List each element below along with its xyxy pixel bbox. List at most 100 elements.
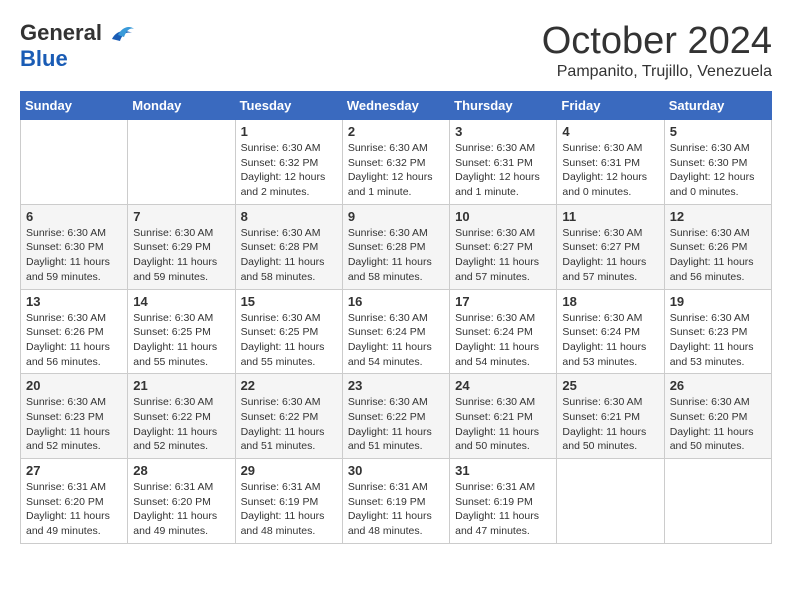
day-info: Sunrise: 6:30 AM Sunset: 6:30 PM Dayligh…	[26, 226, 122, 285]
day-number: 14	[133, 294, 229, 309]
calendar-header-row: SundayMondayTuesdayWednesdayThursdayFrid…	[21, 92, 772, 120]
calendar-cell	[664, 459, 771, 544]
day-number: 1	[241, 124, 337, 139]
month-title: October 2024	[542, 20, 772, 63]
calendar-cell: 25 Sunrise: 6:30 AM Sunset: 6:21 PM Dayli…	[557, 374, 664, 459]
day-info: Sunrise: 6:30 AM Sunset: 6:22 PM Dayligh…	[348, 395, 444, 454]
day-number: 22	[241, 378, 337, 393]
day-info: Sunrise: 6:30 AM Sunset: 6:26 PM Dayligh…	[670, 226, 766, 285]
calendar-cell: 19 Sunrise: 6:30 AM Sunset: 6:23 PM Dayli…	[664, 289, 771, 374]
calendar-cell: 27 Sunrise: 6:31 AM Sunset: 6:20 PM Dayli…	[21, 459, 128, 544]
day-info: Sunrise: 6:30 AM Sunset: 6:21 PM Dayligh…	[455, 395, 551, 454]
day-info: Sunrise: 6:30 AM Sunset: 6:21 PM Dayligh…	[562, 395, 658, 454]
calendar-week-1: 1 Sunrise: 6:30 AM Sunset: 6:32 PM Daylig…	[21, 120, 772, 205]
calendar-cell: 7 Sunrise: 6:30 AM Sunset: 6:29 PM Daylig…	[128, 204, 235, 289]
day-info: Sunrise: 6:30 AM Sunset: 6:24 PM Dayligh…	[348, 311, 444, 370]
day-info: Sunrise: 6:30 AM Sunset: 6:28 PM Dayligh…	[348, 226, 444, 285]
calendar-cell: 13 Sunrise: 6:30 AM Sunset: 6:26 PM Dayli…	[21, 289, 128, 374]
calendar-cell: 26 Sunrise: 6:30 AM Sunset: 6:20 PM Dayli…	[664, 374, 771, 459]
day-number: 31	[455, 463, 551, 478]
day-info: Sunrise: 6:30 AM Sunset: 6:25 PM Dayligh…	[133, 311, 229, 370]
calendar-cell: 24 Sunrise: 6:30 AM Sunset: 6:21 PM Dayli…	[450, 374, 557, 459]
day-info: Sunrise: 6:31 AM Sunset: 6:19 PM Dayligh…	[348, 480, 444, 539]
header-tuesday: Tuesday	[235, 92, 342, 120]
day-number: 25	[562, 378, 658, 393]
day-number: 16	[348, 294, 444, 309]
calendar-cell: 1 Sunrise: 6:30 AM Sunset: 6:32 PM Daylig…	[235, 120, 342, 205]
day-number: 29	[241, 463, 337, 478]
day-info: Sunrise: 6:30 AM Sunset: 6:26 PM Dayligh…	[26, 311, 122, 370]
header-monday: Monday	[128, 92, 235, 120]
calendar-cell: 14 Sunrise: 6:30 AM Sunset: 6:25 PM Dayli…	[128, 289, 235, 374]
logo-general-text: General	[20, 20, 102, 46]
calendar-cell: 16 Sunrise: 6:30 AM Sunset: 6:24 PM Dayli…	[342, 289, 449, 374]
day-info: Sunrise: 6:30 AM Sunset: 6:24 PM Dayligh…	[562, 311, 658, 370]
calendar-cell: 17 Sunrise: 6:30 AM Sunset: 6:24 PM Dayli…	[450, 289, 557, 374]
calendar-cell: 6 Sunrise: 6:30 AM Sunset: 6:30 PM Daylig…	[21, 204, 128, 289]
calendar-cell: 30 Sunrise: 6:31 AM Sunset: 6:19 PM Dayli…	[342, 459, 449, 544]
header-thursday: Thursday	[450, 92, 557, 120]
day-info: Sunrise: 6:30 AM Sunset: 6:31 PM Dayligh…	[562, 141, 658, 200]
day-info: Sunrise: 6:30 AM Sunset: 6:24 PM Dayligh…	[455, 311, 551, 370]
day-info: Sunrise: 6:31 AM Sunset: 6:20 PM Dayligh…	[26, 480, 122, 539]
day-number: 21	[133, 378, 229, 393]
calendar-cell: 31 Sunrise: 6:31 AM Sunset: 6:19 PM Dayli…	[450, 459, 557, 544]
day-number: 12	[670, 209, 766, 224]
calendar-cell: 28Sunrise: 6:31 AM Sunset: 6:20 PM Dayli…	[128, 459, 235, 544]
calendar-cell: 3Sunrise: 6:30 AM Sunset: 6:31 PM Daylig…	[450, 120, 557, 205]
calendar-cell	[21, 120, 128, 205]
day-number: 24	[455, 378, 551, 393]
day-number: 7	[133, 209, 229, 224]
day-info: Sunrise: 6:30 AM Sunset: 6:29 PM Dayligh…	[133, 226, 229, 285]
calendar-cell: 2 Sunrise: 6:30 AM Sunset: 6:32 PM Daylig…	[342, 120, 449, 205]
calendar-cell: 10 Sunrise: 6:30 AM Sunset: 6:27 PM Dayli…	[450, 204, 557, 289]
day-info: Sunrise: 6:31 AM Sunset: 6:19 PM Dayligh…	[455, 480, 551, 539]
calendar-table: SundayMondayTuesdayWednesdayThursdayFrid…	[20, 91, 772, 544]
day-info: Sunrise: 6:30 AM Sunset: 6:27 PM Dayligh…	[455, 226, 551, 285]
day-number: 30	[348, 463, 444, 478]
day-number: 19	[670, 294, 766, 309]
day-number: 15	[241, 294, 337, 309]
calendar-cell: 8 Sunrise: 6:30 AM Sunset: 6:28 PM Daylig…	[235, 204, 342, 289]
day-number: 27	[26, 463, 122, 478]
header-sunday: Sunday	[21, 92, 128, 120]
calendar-cell: 15Sunrise: 6:30 AM Sunset: 6:25 PM Dayli…	[235, 289, 342, 374]
calendar-cell: 21Sunrise: 6:30 AM Sunset: 6:22 PM Dayli…	[128, 374, 235, 459]
calendar-cell: 20 Sunrise: 6:30 AM Sunset: 6:23 PM Dayli…	[21, 374, 128, 459]
day-info: Sunrise: 6:30 AM Sunset: 6:23 PM Dayligh…	[26, 395, 122, 454]
day-number: 5	[670, 124, 766, 139]
location-subtitle: Pampanito, Trujillo, Venezuela	[542, 63, 772, 81]
day-number: 13	[26, 294, 122, 309]
day-info: Sunrise: 6:30 AM Sunset: 6:27 PM Dayligh…	[562, 226, 658, 285]
calendar-cell: 29 Sunrise: 6:31 AM Sunset: 6:19 PM Dayli…	[235, 459, 342, 544]
day-info: Sunrise: 6:30 AM Sunset: 6:32 PM Dayligh…	[348, 141, 444, 200]
day-info: Sunrise: 6:30 AM Sunset: 6:23 PM Dayligh…	[670, 311, 766, 370]
calendar-week-4: 20 Sunrise: 6:30 AM Sunset: 6:23 PM Dayli…	[21, 374, 772, 459]
day-info: Sunrise: 6:30 AM Sunset: 6:28 PM Dayligh…	[241, 226, 337, 285]
logo-blue-text: Blue	[20, 46, 68, 72]
day-info: Sunrise: 6:31 AM Sunset: 6:19 PM Dayligh…	[241, 480, 337, 539]
header-friday: Friday	[557, 92, 664, 120]
day-number: 26	[670, 378, 766, 393]
day-number: 28	[133, 463, 229, 478]
day-number: 2	[348, 124, 444, 139]
day-info: Sunrise: 6:30 AM Sunset: 6:22 PM Dayligh…	[241, 395, 337, 454]
title-block: October 2024 Pampanito, Trujillo, Venezu…	[542, 20, 772, 81]
day-number: 20	[26, 378, 122, 393]
calendar-cell: 5 Sunrise: 6:30 AM Sunset: 6:30 PM Daylig…	[664, 120, 771, 205]
day-number: 10	[455, 209, 551, 224]
day-info: Sunrise: 6:30 AM Sunset: 6:30 PM Dayligh…	[670, 141, 766, 200]
calendar-cell: 4Sunrise: 6:30 AM Sunset: 6:31 PM Daylig…	[557, 120, 664, 205]
day-number: 6	[26, 209, 122, 224]
day-number: 8	[241, 209, 337, 224]
day-info: Sunrise: 6:30 AM Sunset: 6:32 PM Dayligh…	[241, 141, 337, 200]
logo-bird-icon	[104, 21, 134, 46]
calendar-cell: 22 Sunrise: 6:30 AM Sunset: 6:22 PM Dayli…	[235, 374, 342, 459]
day-info: Sunrise: 6:30 AM Sunset: 6:20 PM Dayligh…	[670, 395, 766, 454]
day-number: 17	[455, 294, 551, 309]
calendar-cell: 18Sunrise: 6:30 AM Sunset: 6:24 PM Dayli…	[557, 289, 664, 374]
day-number: 3	[455, 124, 551, 139]
calendar-cell: 9Sunrise: 6:30 AM Sunset: 6:28 PM Daylig…	[342, 204, 449, 289]
page-header: General Blue October 2024 Pampanito, Tru…	[20, 20, 772, 81]
header-saturday: Saturday	[664, 92, 771, 120]
